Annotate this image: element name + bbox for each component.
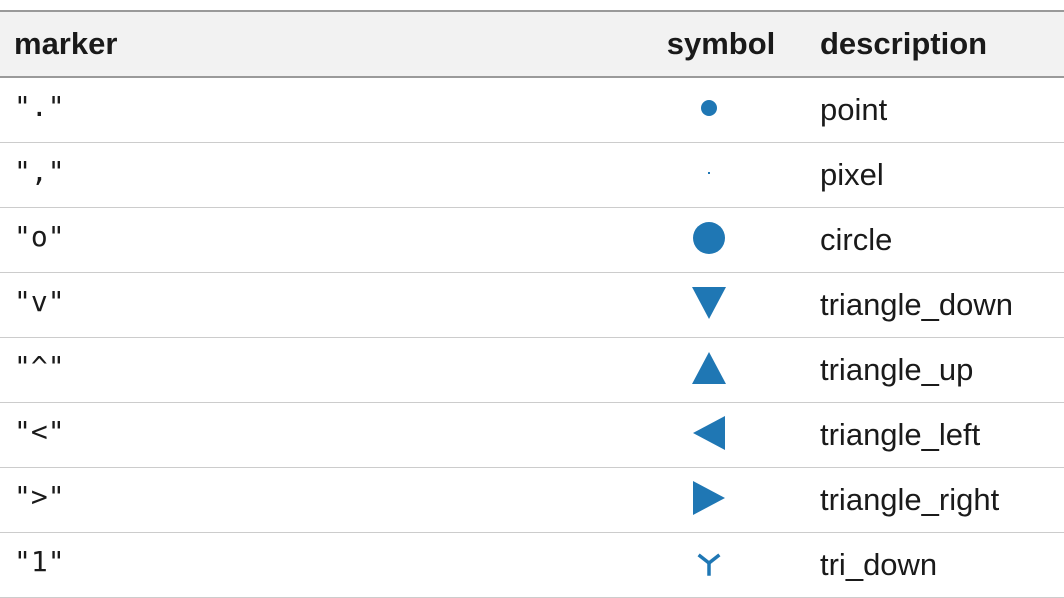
column-header-symbol: symbol [640,12,802,78]
symbol-cell [640,402,802,467]
marker-code: "1" [14,545,65,578]
table-header: marker symbol description [0,12,1064,78]
header-row: marker symbol description [0,12,1064,78]
marker-code: "." [14,90,65,124]
point-icon [701,99,717,116]
table-row: "1" tri_down [0,532,1064,597]
marker-code: "v" [14,285,65,318]
marker-description: point [820,91,888,127]
marker-description: triangle_up [820,351,974,387]
marker-code: "o" [14,220,65,253]
column-header-marker: marker [0,12,640,78]
marker-code: "^" [14,350,65,383]
table-row: "v" triangle_down [0,272,1064,337]
symbol-cell [640,467,802,532]
table-row: "," pixel [0,142,1064,207]
marker-description: triangle_down [820,286,1014,322]
triangle-up-icon [692,351,726,384]
symbol-cell [640,77,802,142]
table-row: "^" triangle_up [0,337,1064,402]
table-body: "." point "," pixel "o" circle "v" trian… [0,77,1064,597]
marker-description: pixel [820,156,884,192]
triangle-right-icon [693,480,725,515]
symbol-cell [640,532,802,597]
marker-code: "<" [14,415,65,448]
marker-table: marker symbol description "." point "," … [0,12,1064,598]
tri-down-icon [697,553,721,576]
symbol-cell [640,207,802,272]
symbol-cell [640,337,802,402]
table-row: ">" triangle_right [0,467,1064,532]
circle-icon [693,221,725,254]
marker-description: triangle_right [820,481,1000,517]
triangle-down-icon [692,286,726,319]
marker-description: triangle_left [820,416,981,452]
marker-description: circle [820,221,893,257]
marker-code: "," [14,155,65,188]
pixel-icon [708,171,710,174]
table-row: "." point [0,77,1064,142]
triangle-left-icon [693,415,725,450]
marker-code: ">" [14,480,65,513]
table-row: "<" triangle_left [0,402,1064,467]
table-row: "o" circle [0,207,1064,272]
symbol-cell [640,142,802,207]
symbol-cell [640,272,802,337]
marker-description: tri_down [820,546,938,582]
column-header-description: description [802,12,1064,78]
